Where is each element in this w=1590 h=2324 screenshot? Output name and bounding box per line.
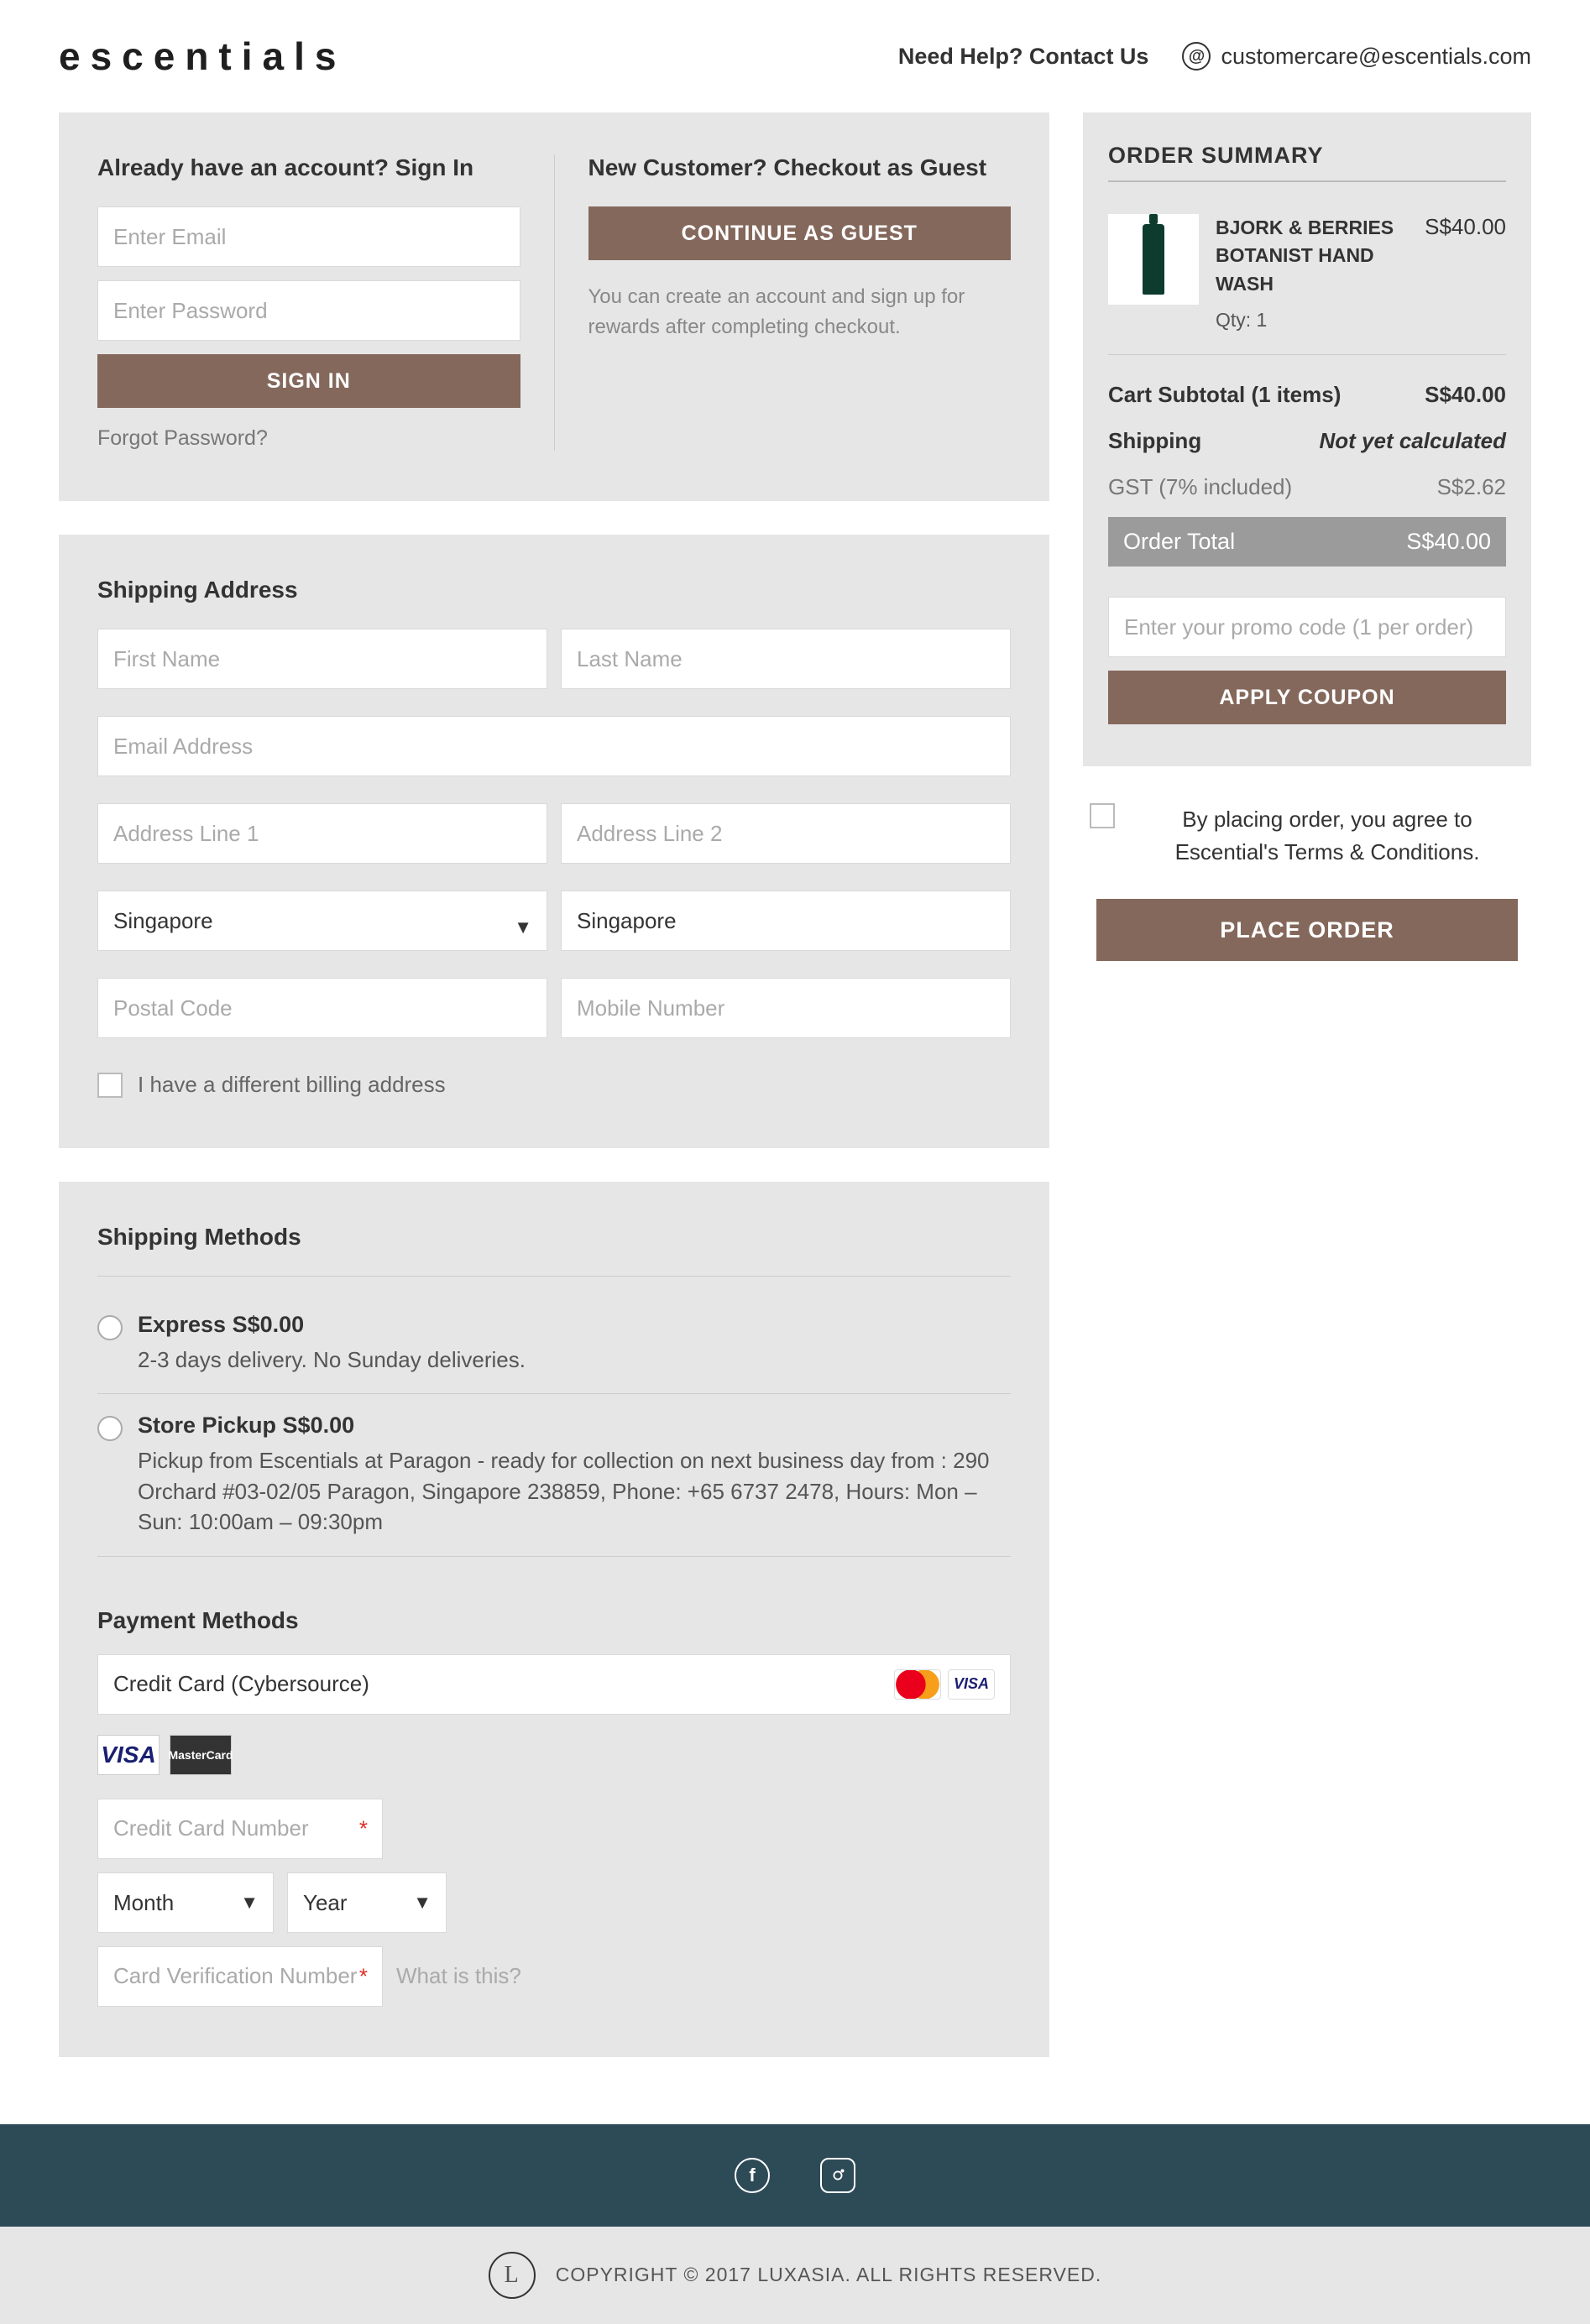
header: escentials Need Help? Contact Us @ custo… <box>0 0 1590 112</box>
signin-password-input[interactable] <box>97 280 520 341</box>
radio-pickup[interactable] <box>97 1416 123 1441</box>
shipping-address-title: Shipping Address <box>97 577 1011 603</box>
subtotal-value: S$40.00 <box>1425 382 1506 408</box>
shipping-methods-title: Shipping Methods <box>97 1224 1011 1251</box>
terms-text: By placing order, you agree to Escential… <box>1130 803 1525 869</box>
order-summary-title: ORDER SUMMARY <box>1108 143 1506 182</box>
subtotal-label: Cart Subtotal (1 items) <box>1108 382 1341 408</box>
order-summary-panel: ORDER SUMMARY BJORK & BERRIES BOTANIST H… <box>1083 112 1531 766</box>
expiry-year-select[interactable]: Year ▼ <box>287 1872 447 1933</box>
guest-note: You can create an account and sign up fo… <box>588 282 1012 342</box>
product-name: BOTANIST HAND WASH <box>1216 242 1408 298</box>
required-star: * <box>359 1963 368 1989</box>
shipping-option-label: Express S$0.00 <box>138 1312 526 1338</box>
place-order-button[interactable]: Place Order <box>1096 899 1518 961</box>
signin-button[interactable]: Sign In <box>97 354 520 408</box>
address-line1-input[interactable] <box>97 803 547 864</box>
logo[interactable]: escentials <box>59 34 346 79</box>
shipping-option-label: Store Pickup S$0.00 <box>138 1413 1011 1439</box>
mastercard-badge-icon: MasterCard <box>170 1735 232 1775</box>
luxasia-badge-icon: L <box>489 2252 536 2299</box>
apply-coupon-button[interactable]: Apply Coupon <box>1108 671 1506 724</box>
shipping-option-desc: 2-3 days delivery. No Sunday deliveries. <box>138 1345 526 1375</box>
order-total-row: Order Total S$40.00 <box>1108 517 1506 567</box>
footer-social: f <box>0 2124 1590 2227</box>
credit-card-number-input[interactable] <box>97 1799 383 1859</box>
auth-panel: Already have an account? Sign In Sign In… <box>59 112 1049 501</box>
payment-methods-title: Payment Methods <box>97 1607 1011 1634</box>
product-brand: BJORK & BERRIES <box>1216 214 1408 242</box>
accepted-cards: VISA MasterCard <box>97 1735 1011 1775</box>
cvn-input[interactable] <box>97 1946 383 2007</box>
what-is-this-link[interactable]: What is this? <box>396 1963 521 1989</box>
radio-express[interactable] <box>97 1315 123 1340</box>
card-icons: VISA <box>894 1669 995 1700</box>
footer-copyright: L COPYRIGHT © 2017 LUXASIA. ALL RIGHTS R… <box>0 2227 1590 2324</box>
gst-value: S$2.62 <box>1437 474 1506 500</box>
shipping-option-desc: Pickup from Escentials at Paragon - read… <box>138 1445 1011 1537</box>
need-help-link[interactable]: Need Help? Contact Us <box>898 44 1149 70</box>
signin-title: Already have an account? Sign In <box>97 154 520 181</box>
address-line2-input[interactable] <box>561 803 1011 864</box>
first-name-input[interactable] <box>97 629 547 689</box>
bottle-icon <box>1143 224 1164 295</box>
shipping-payment-panel: Shipping Methods Express S$0.00 2-3 days… <box>59 1182 1049 2057</box>
facebook-icon[interactable]: f <box>735 2158 770 2193</box>
product-qty: Qty: 1 <box>1216 306 1408 334</box>
promo-code-input[interactable] <box>1108 597 1506 657</box>
at-icon: @ <box>1182 42 1211 71</box>
shipping-address-panel: Shipping Address Singapore ▼ <box>59 535 1049 1148</box>
required-star: * <box>359 1815 368 1841</box>
payment-method-select[interactable]: Credit Card (Cybersource) VISA <box>97 1654 1011 1715</box>
order-total-value: S$40.00 <box>1406 529 1491 555</box>
country-select[interactable]: Singapore ▼ <box>97 890 547 964</box>
payment-method-label: Credit Card (Cybersource) <box>113 1671 369 1697</box>
signin-email-input[interactable] <box>97 206 520 267</box>
contact-email-text: customercare@escentials.com <box>1221 44 1531 70</box>
shipping-option-express[interactable]: Express S$0.00 2-3 days delivery. No Sun… <box>97 1293 1011 1394</box>
guest-title: New Customer? Checkout as Guest <box>588 154 1012 181</box>
contact-email[interactable]: @ customercare@escentials.com <box>1182 42 1531 71</box>
email-input[interactable] <box>97 716 1011 776</box>
product-price: S$40.00 <box>1425 214 1506 334</box>
postal-code-input[interactable] <box>97 978 547 1038</box>
gst-label: GST (7% included) <box>1108 474 1292 500</box>
order-item: BJORK & BERRIES BOTANIST HAND WASH Qty: … <box>1108 194 1506 355</box>
different-billing-label: I have a different billing address <box>138 1072 446 1098</box>
instagram-icon[interactable] <box>820 2158 855 2193</box>
copyright-text: COPYRIGHT © 2017 LUXASIA. ALL RIGHTS RES… <box>556 2264 1102 2286</box>
expiry-month-select[interactable]: Month ▼ <box>97 1872 274 1933</box>
last-name-input[interactable] <box>561 629 1011 689</box>
order-total-label: Order Total <box>1123 529 1235 555</box>
shipping-option-pickup[interactable]: Store Pickup S$0.00 Pickup from Escentia… <box>97 1394 1011 1556</box>
mastercard-icon <box>894 1669 941 1700</box>
shipping-label: Shipping <box>1108 428 1201 454</box>
different-billing-checkbox[interactable] <box>97 1073 123 1098</box>
visa-badge-icon: VISA <box>97 1735 160 1775</box>
terms-agree-row: By placing order, you agree to Escential… <box>1090 803 1525 869</box>
city-input[interactable] <box>561 890 1011 951</box>
forgot-password-link[interactable]: Forgot Password? <box>97 426 268 451</box>
mobile-number-input[interactable] <box>561 978 1011 1038</box>
terms-checkbox[interactable] <box>1090 803 1115 828</box>
shipping-value: Not yet calculated <box>1319 428 1506 454</box>
visa-icon: VISA <box>948 1669 995 1700</box>
product-thumbnail <box>1108 214 1199 305</box>
continue-as-guest-button[interactable]: Continue as Guest <box>588 206 1012 260</box>
